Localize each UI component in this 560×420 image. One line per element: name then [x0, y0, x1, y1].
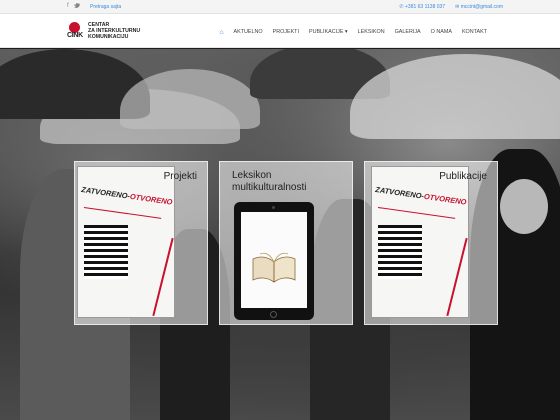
social-links: f [67, 3, 80, 10]
book-stripes-graphic [378, 225, 422, 279]
main-nav: ⌂ AKTUELNO PROJEKTI PUBLIKACIJE ▾ LEKSIK… [214, 28, 492, 36]
site-search-link[interactable]: Pretraga sajta [90, 4, 121, 10]
book-cover: ZATVORENO-OTVORENO [371, 166, 469, 318]
email-address: mccint@gmail.com [460, 4, 503, 10]
site-header: CINK CENTAR ZA INTERKULTURNU KOMUNIKACIJ… [0, 14, 560, 48]
book-red-line [152, 237, 174, 317]
top-bar: f Pretraga sajta ✆ +381 63 1138 037 ✉ mc… [0, 0, 560, 14]
facebook-icon[interactable]: f [67, 3, 69, 10]
twitter-icon[interactable] [73, 3, 80, 10]
nav-item-o-nama[interactable]: O NAMA [426, 28, 457, 36]
email-info[interactable]: ✉ mccint@gmail.com [455, 4, 503, 10]
contact-info: ✆ +381 63 1138 037 ✉ mccint@gmail.com [399, 4, 503, 10]
person-face [500, 179, 548, 234]
book-title-part: OTVORENO [423, 191, 468, 207]
tile-title-line-1: Leksikon [232, 170, 272, 181]
logo-line-3: KOMUNIKACIJU [88, 34, 129, 40]
phone-info[interactable]: ✆ +381 63 1138 037 [399, 4, 445, 10]
tile-publikacije[interactable]: ZATVORENO-OTVORENO Publikacije [364, 161, 498, 325]
site-logo[interactable]: CINK CENTAR ZA INTERKULTURNU KOMUNIKACIJ… [67, 22, 154, 40]
tablet-screen [241, 212, 307, 308]
tablet-home-button [270, 311, 277, 318]
book-title: ZATVORENO-OTVORENO [81, 185, 173, 207]
book-cover: ZATVORENO-OTVORENO [77, 166, 175, 318]
logo-mark-text: CINK [67, 32, 83, 39]
book-stripe [377, 207, 456, 219]
book-title: ZATVORENO-OTVORENO [375, 185, 467, 207]
tablet-camera [272, 206, 275, 209]
tile-title: Publikacije [439, 171, 487, 182]
book-title-part: OTVORENO [129, 191, 174, 207]
logo-text: CENTAR ZA INTERKULTURNU KOMUNIKACIJU [88, 22, 154, 40]
nav-item-galerija[interactable]: GALERIJA [390, 28, 426, 36]
book-stripe [83, 207, 162, 219]
nav-item-leksikon[interactable]: LEKSIKON [353, 28, 390, 36]
home-icon[interactable]: ⌂ [214, 28, 228, 36]
phone-number: +381 63 1138 037 [405, 4, 446, 10]
nav-item-aktuelno[interactable]: AKTUELNO [229, 28, 268, 36]
logo-mark: CINK [67, 22, 83, 40]
tile-title: Projekti [163, 171, 197, 182]
tile-title-line-2: multikulturalnosti [232, 182, 307, 193]
tile-projekti[interactable]: ZATVORENO-OTVORENO Projekti [74, 161, 208, 325]
tile-leksikon[interactable]: Leksikon multikulturalnosti [219, 161, 353, 325]
book-red-line [446, 237, 468, 317]
book-title-part: ZATVORENO- [80, 185, 131, 201]
nav-item-publikacije[interactable]: PUBLIKACIJE ▾ [304, 28, 353, 36]
tablet-image [234, 202, 314, 320]
nav-item-projekti[interactable]: PROJEKTI [268, 28, 304, 36]
tile-title: Leksikon multikulturalnosti [232, 170, 306, 194]
book-stripes-graphic [84, 225, 128, 279]
nav-item-kontakt[interactable]: KONTAKT [457, 28, 492, 36]
book-title-part: ZATVORENO- [374, 185, 425, 201]
open-book-icon [252, 252, 296, 283]
